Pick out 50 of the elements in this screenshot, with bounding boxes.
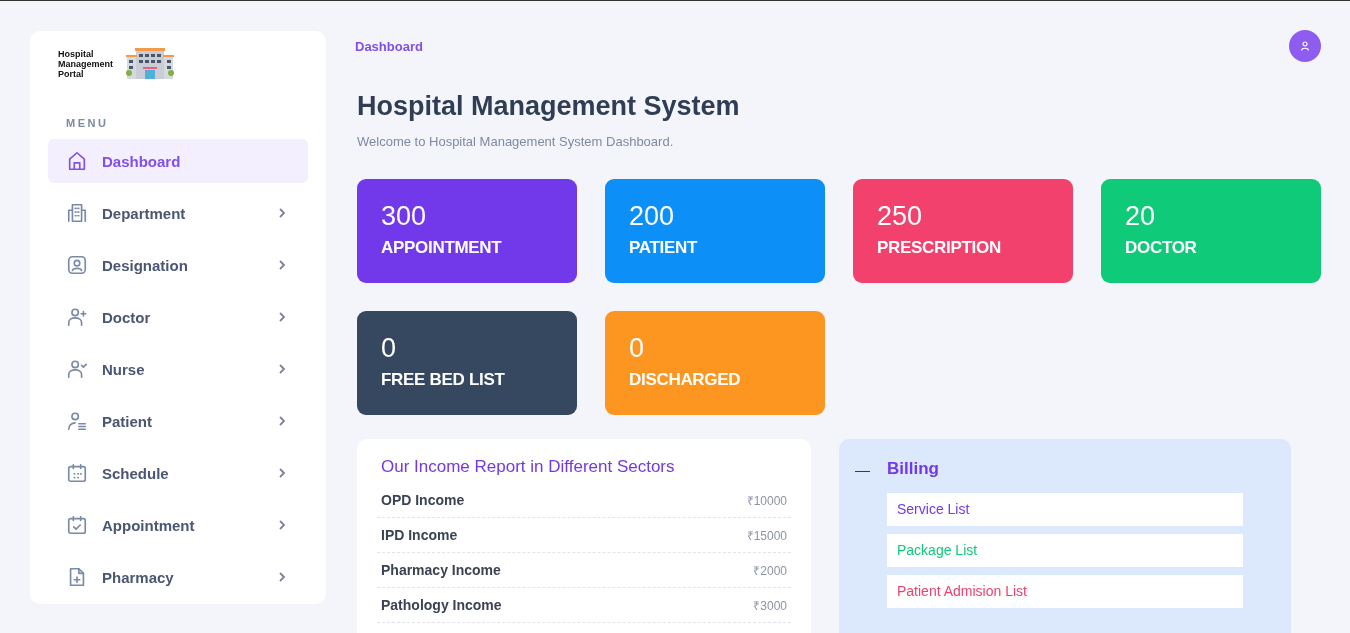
calendar-icon <box>66 462 88 484</box>
home-icon <box>66 150 88 172</box>
billing-link[interactable]: Patient Admision List <box>887 575 1243 608</box>
sidebar-item[interactable]: Appointment <box>48 503 308 547</box>
stat-value: 200 <box>629 201 676 232</box>
menu-heading: MENU <box>66 117 110 129</box>
building-icon <box>66 202 88 224</box>
stat-label: DOCTOR <box>1125 238 1198 258</box>
calendar-check-icon <box>66 514 88 536</box>
user-check-icon <box>66 358 88 380</box>
income-amount: ₹10000 <box>746 492 788 509</box>
stat-value: 250 <box>877 201 924 232</box>
stat-value: 0 <box>629 333 646 364</box>
logo-text: Hospital Management Portal <box>58 49 114 79</box>
stat-label: PRESCRIPTION <box>877 238 1002 258</box>
stat-value: 20 <box>1125 201 1157 232</box>
stat-label: PATIENT <box>629 238 699 258</box>
sidebar-item[interactable]: Schedule <box>48 451 308 495</box>
collapse-toggle[interactable]: — <box>855 460 870 478</box>
stat-label: DISCHARGED <box>629 370 742 390</box>
sidebar-item[interactable]: Pharmacy <box>48 555 308 599</box>
user-avatar-button[interactable] <box>1289 30 1321 62</box>
breadcrumb-link[interactable]: Dashboard <box>355 38 423 54</box>
badge-icon <box>66 254 88 276</box>
billing-title: Billing <box>887 459 939 479</box>
income-amount: ₹15000 <box>746 527 788 544</box>
billing-link[interactable]: Service List <box>887 493 1243 526</box>
sidebar-item[interactable]: Dashboard <box>48 139 308 183</box>
income-amount: ₹2000 <box>753 562 788 579</box>
sidebar-item[interactable]: Patient <box>48 399 308 443</box>
income-amount: ₹3000 <box>753 597 788 614</box>
user-list-icon <box>66 410 88 432</box>
sidebar-item[interactable]: Nurse <box>48 347 308 391</box>
page-subtitle: Welcome to Hospital Management System Dashboard. <box>357 134 675 149</box>
stat-value: 300 <box>381 201 428 232</box>
hospital-building-icon <box>126 47 174 81</box>
user-plus-icon <box>66 306 88 328</box>
stat-value: 0 <box>381 333 398 364</box>
sidebar-item[interactable]: Department <box>48 191 308 235</box>
card-title: Our Income Report in Different Sectors <box>381 457 676 477</box>
sidebar-item[interactable]: Designation <box>48 243 308 287</box>
income-name: Pathology Income <box>381 597 502 613</box>
stat-label: APPOINTMENT <box>381 238 503 258</box>
sidebar-item[interactable]: Doctor <box>48 295 308 339</box>
income-name: IPD Income <box>381 527 458 543</box>
stat-label: FREE BED LIST <box>381 370 506 390</box>
page-title: Hospital Management System <box>357 91 741 122</box>
user-icon <box>1300 41 1310 51</box>
income-name: Pharmacy Income <box>381 562 501 578</box>
income-name: OPD Income <box>381 492 465 508</box>
